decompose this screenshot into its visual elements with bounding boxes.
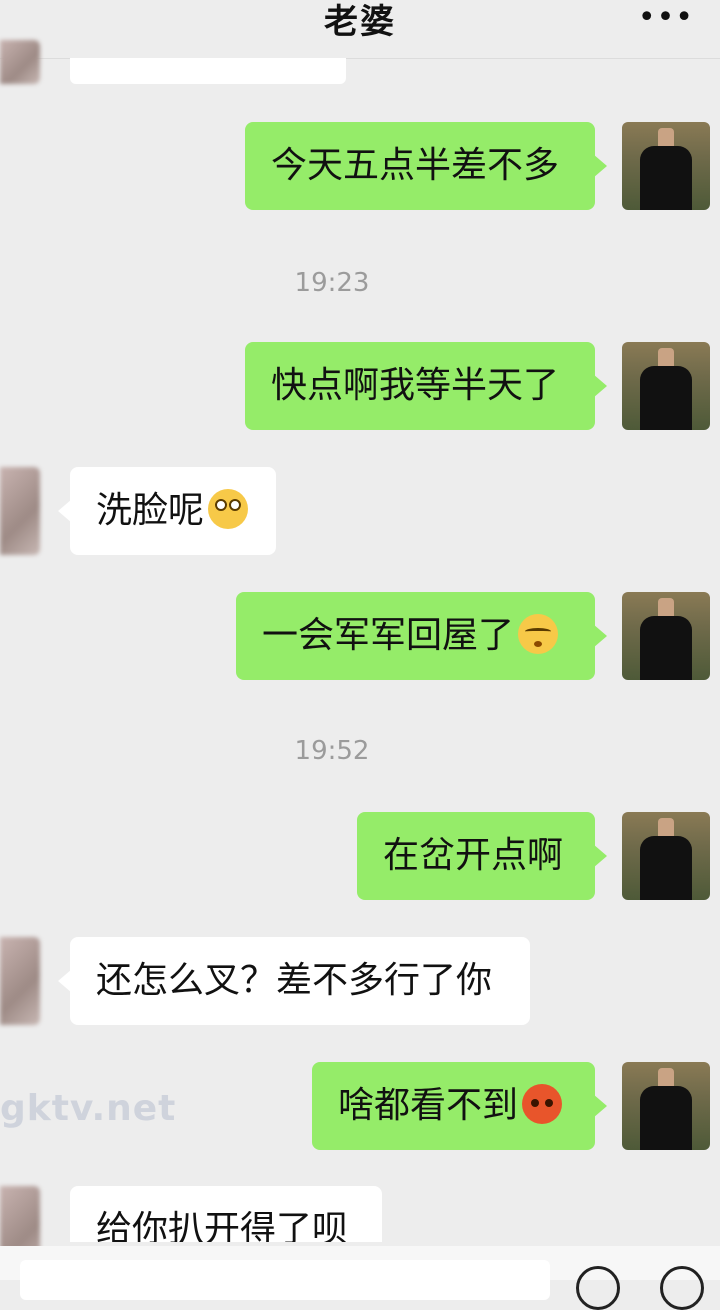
message-input[interactable] <box>20 1260 550 1300</box>
message-text: 啥都看不到 <box>338 1085 519 1126</box>
wide-eyes-emoji-icon <box>208 489 249 529</box>
message-text: 快点啊我等半天了 <box>271 365 560 406</box>
my-avatar[interactable] <box>622 812 710 900</box>
plus-icon[interactable] <box>660 1266 704 1310</box>
angry-emoji-icon <box>522 1084 563 1124</box>
timestamp: 19:52 <box>294 736 370 766</box>
message-bubble-received[interactable]: 给你扒开得了呗 <box>70 1186 382 1242</box>
message-bubble-received[interactable]: 还怎么叉？差不多行了你 <box>58 937 530 1025</box>
sulk-emoji-icon <box>518 614 559 654</box>
message-bubble-sent[interactable]: 一会军军回屋了 <box>236 592 607 680</box>
message-text: 在岔开点啊 <box>383 835 564 876</box>
message-bubble-sent[interactable]: 啥都看不到 <box>312 1062 607 1150</box>
message-bubble-received[interactable]: 洗脸呢 <box>58 467 276 555</box>
message-bubble-sent[interactable]: 今天五点半差不多 <box>245 122 607 210</box>
message-text: 还怎么叉？差不多行了你 <box>96 960 493 1001</box>
my-avatar[interactable] <box>622 122 710 210</box>
message-text: 一会军军回屋了 <box>262 615 515 656</box>
message-text: 给你扒开得了呗 <box>96 1209 349 1242</box>
chat-title: 老婆 <box>324 2 396 42</box>
message-bubble-partial <box>70 58 346 84</box>
my-avatar[interactable] <box>622 342 710 430</box>
timestamp: 19:23 <box>294 268 370 298</box>
my-avatar[interactable] <box>622 592 710 680</box>
message-text: 洗脸呢 <box>96 490 205 531</box>
chat-header: 老婆 ••• <box>0 0 720 59</box>
emoji-icon[interactable] <box>576 1266 620 1310</box>
message-text: 今天五点半差不多 <box>271 145 560 186</box>
input-bar <box>0 1246 720 1310</box>
more-options-icon[interactable]: ••• <box>638 0 694 35</box>
contact-avatar[interactable] <box>0 467 40 555</box>
message-bubble-sent[interactable]: 在岔开点啊 <box>357 812 607 900</box>
watermark: gktv.net <box>0 1088 177 1129</box>
my-avatar[interactable] <box>622 1062 710 1150</box>
contact-avatar[interactable] <box>0 937 40 1025</box>
contact-avatar[interactable] <box>0 40 40 84</box>
message-bubble-sent[interactable]: 快点啊我等半天了 <box>245 342 607 430</box>
